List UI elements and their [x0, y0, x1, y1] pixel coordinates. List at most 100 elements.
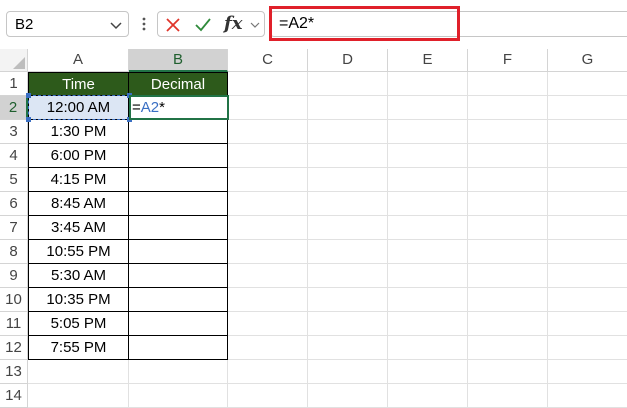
cell-g5[interactable] [548, 168, 627, 192]
row-header-11[interactable]: 11 [0, 312, 28, 336]
cell-e3[interactable] [388, 120, 468, 144]
decimal-cell[interactable] [129, 168, 228, 192]
cell-f14[interactable] [468, 384, 548, 408]
time-cell[interactable]: 8:45 AM [28, 192, 129, 216]
cell-f1[interactable] [468, 72, 548, 96]
cell-d14[interactable] [308, 384, 388, 408]
row-header-5[interactable]: 5 [0, 168, 28, 192]
enter-check-icon[interactable] [194, 16, 212, 34]
table-header-time[interactable]: Time [28, 72, 129, 96]
cell-d5[interactable] [308, 168, 388, 192]
reference-handle[interactable] [26, 117, 31, 122]
cell-d2[interactable] [308, 96, 388, 120]
cell-d11[interactable] [308, 312, 388, 336]
cell-d10[interactable] [308, 288, 388, 312]
row-header-12[interactable]: 12 [0, 336, 28, 360]
cell-d12[interactable] [308, 336, 388, 360]
cell-c3[interactable] [228, 120, 308, 144]
more-options-icon[interactable] [142, 16, 146, 32]
cell-d1[interactable] [308, 72, 388, 96]
time-cell[interactable]: 5:05 PM [28, 312, 129, 336]
cell-d13[interactable] [308, 360, 388, 384]
cell-f10[interactable] [468, 288, 548, 312]
column-header-f[interactable]: F [468, 49, 548, 72]
time-cell[interactable]: 6:00 PM [28, 144, 129, 168]
decimal-cell[interactable] [129, 336, 228, 360]
cell-f13[interactable] [468, 360, 548, 384]
cell-g9[interactable] [548, 264, 627, 288]
cell-g14[interactable] [548, 384, 627, 408]
column-header-b[interactable]: B [129, 49, 228, 72]
chevron-down-icon[interactable] [109, 18, 123, 32]
decimal-cell[interactable] [129, 312, 228, 336]
time-cell[interactable]: 1:30 PM [28, 120, 129, 144]
decimal-cell[interactable] [129, 240, 228, 264]
cell-e7[interactable] [388, 216, 468, 240]
row-header-9[interactable]: 9 [0, 264, 28, 288]
cell-c2[interactable] [228, 96, 308, 120]
cell-e11[interactable] [388, 312, 468, 336]
row-header-8[interactable]: 8 [0, 240, 28, 264]
cell-g1[interactable] [548, 72, 627, 96]
row-header-2[interactable]: 2 [0, 96, 28, 120]
decimal-cell[interactable] [129, 288, 228, 312]
time-cell[interactable]: 10:35 PM [28, 288, 129, 312]
cell-c6[interactable] [228, 192, 308, 216]
cell-f11[interactable] [468, 312, 548, 336]
cell-c13[interactable] [228, 360, 308, 384]
cell-c7[interactable] [228, 216, 308, 240]
decimal-cell[interactable] [129, 216, 228, 240]
cell-e8[interactable] [388, 240, 468, 264]
cell-c10[interactable] [228, 288, 308, 312]
column-header-d[interactable]: D [308, 49, 388, 72]
reference-handle[interactable] [26, 93, 31, 98]
cell-e2[interactable] [388, 96, 468, 120]
active-cell-editor[interactable]: =A2* [129, 95, 229, 120]
column-header-c[interactable]: C [228, 49, 308, 72]
cell-a13[interactable] [28, 360, 129, 384]
cell-g3[interactable] [548, 120, 627, 144]
cell-f2[interactable] [468, 96, 548, 120]
cell-g7[interactable] [548, 216, 627, 240]
row-header-6[interactable]: 6 [0, 192, 28, 216]
row-header-1[interactable]: 1 [0, 72, 28, 96]
insert-function-button[interactable]: fx [224, 13, 242, 34]
time-cell[interactable]: 3:45 AM [28, 216, 129, 240]
cell-g2[interactable] [548, 96, 627, 120]
chevron-down-icon[interactable] [249, 19, 261, 31]
cell-f4[interactable] [468, 144, 548, 168]
cell-g11[interactable] [548, 312, 627, 336]
cell-b13[interactable] [129, 360, 228, 384]
decimal-cell[interactable] [129, 120, 228, 144]
cell-f9[interactable] [468, 264, 548, 288]
row-header-10[interactable]: 10 [0, 288, 28, 312]
cancel-icon[interactable] [164, 16, 182, 34]
row-header-13[interactable]: 13 [0, 360, 28, 384]
column-header-a[interactable]: A [28, 49, 129, 72]
cell-g13[interactable] [548, 360, 627, 384]
row-header-4[interactable]: 4 [0, 144, 28, 168]
cell-f8[interactable] [468, 240, 548, 264]
cell-f3[interactable] [468, 120, 548, 144]
cell-g12[interactable] [548, 336, 627, 360]
decimal-cell[interactable] [129, 144, 228, 168]
cell-g6[interactable] [548, 192, 627, 216]
cell-d6[interactable] [308, 192, 388, 216]
cell-c12[interactable] [228, 336, 308, 360]
row-header-3[interactable]: 3 [0, 120, 28, 144]
cell-f5[interactable] [468, 168, 548, 192]
cell-a14[interactable] [28, 384, 129, 408]
row-header-14[interactable]: 14 [0, 384, 28, 408]
cell-d3[interactable] [308, 120, 388, 144]
name-box[interactable]: B2 [6, 11, 129, 37]
cell-f6[interactable] [468, 192, 548, 216]
decimal-cell[interactable] [129, 192, 228, 216]
cell-c1[interactable] [228, 72, 308, 96]
cell-d8[interactable] [308, 240, 388, 264]
cell-e10[interactable] [388, 288, 468, 312]
cell-g10[interactable] [548, 288, 627, 312]
cell-d9[interactable] [308, 264, 388, 288]
cell-g8[interactable] [548, 240, 627, 264]
column-header-g[interactable]: G [548, 49, 627, 72]
cell-b14[interactable] [129, 384, 228, 408]
